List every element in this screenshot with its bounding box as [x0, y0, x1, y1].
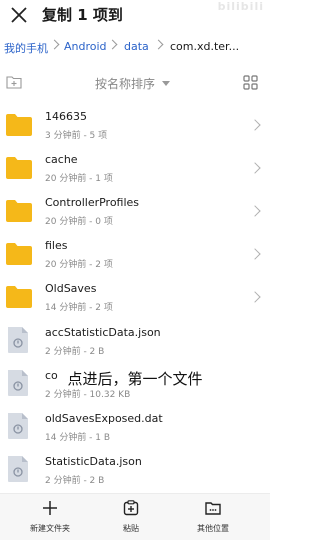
- list-item[interactable]: cache 20 分钟前 - 1 项: [0, 147, 270, 189]
- caret-down-icon[interactable]: [162, 81, 170, 86]
- chevron-right-icon: [107, 39, 118, 50]
- top-bar: 复制 1 项到 bilibili: [0, 0, 270, 30]
- breadcrumb-item-data[interactable]: data: [124, 40, 149, 53]
- chevron-right-icon: [249, 162, 261, 174]
- paste-button[interactable]: 粘贴: [91, 500, 171, 534]
- other-location-label: 其他位置: [197, 524, 229, 533]
- page-title: 复制 1 项到: [42, 6, 123, 24]
- close-icon[interactable]: [9, 5, 29, 25]
- item-name: OldSaves: [45, 282, 97, 295]
- item-meta: 2 分钟前 - 2 B: [45, 347, 105, 357]
- paste-label: 粘贴: [123, 524, 139, 533]
- list-item[interactable]: 146635 3 分钟前 - 5 项: [0, 104, 270, 146]
- breadcrumb-item-android[interactable]: Android: [64, 40, 107, 53]
- chevron-right-icon: [249, 205, 261, 217]
- chevron-right-icon: [249, 248, 261, 260]
- sort-label[interactable]: 按名称排序: [95, 75, 155, 92]
- subtitle-overlay: 点进后，第一个文件: [67, 370, 203, 388]
- item-meta: 20 分钟前 - 2 项: [45, 260, 113, 270]
- item-meta: 2 分钟前 - 2 B: [45, 476, 105, 486]
- folder-icon: [6, 243, 32, 265]
- chevron-right-icon: [249, 291, 261, 303]
- item-meta: 3 分钟前 - 5 项: [45, 131, 108, 141]
- breadcrumb: 我的手机 Android data com.xd.ter...: [0, 37, 270, 57]
- other-location-button[interactable]: 其他位置: [173, 500, 253, 534]
- item-name: ControllerProfiles: [45, 196, 140, 209]
- item-meta: 20 分钟前 - 0 项: [45, 217, 113, 227]
- item-name: files: [45, 239, 68, 252]
- list-item[interactable]: files 20 分钟前 - 2 项: [0, 233, 270, 275]
- item-name: cache: [45, 153, 78, 166]
- new-folder-label: 新建文件夹: [30, 524, 70, 533]
- list-item[interactable]: accStatisticData.json 2 分钟前 - 2 B: [0, 320, 270, 362]
- item-meta: 14 分钟前 - 2 项: [45, 303, 113, 313]
- folder-outline-icon: [205, 502, 221, 515]
- breadcrumb-item-current[interactable]: com.xd.ter...: [170, 40, 239, 53]
- item-meta: 20 分钟前 - 1 项: [45, 174, 113, 184]
- folder-icon: [6, 114, 32, 136]
- chevron-right-icon: [49, 39, 60, 50]
- chevron-right-icon: [153, 39, 164, 50]
- plus-icon: [43, 501, 57, 515]
- paste-icon: [123, 500, 139, 516]
- item-name: oldSavesExposed.dat: [45, 412, 163, 425]
- list-item[interactable]: ControllerProfiles 20 分钟前 - 0 项: [0, 190, 270, 232]
- file-icon: [8, 456, 28, 482]
- list-item[interactable]: StatisticData.json 2 分钟前 - 2 B: [0, 449, 270, 491]
- item-name: accStatisticData.json: [45, 326, 161, 339]
- toolbar: 按名称排序: [0, 70, 270, 96]
- file-icon: [8, 413, 28, 439]
- new-folder-icon[interactable]: [6, 75, 22, 89]
- item-meta: 14 分钟前 - 1 B: [45, 433, 111, 443]
- grid-view-icon[interactable]: [243, 75, 258, 90]
- file-icon: [8, 327, 28, 353]
- item-name: StatisticData.json: [45, 455, 142, 468]
- chevron-right-icon: [249, 119, 261, 131]
- folder-icon: [6, 200, 32, 222]
- bottom-bar: 新建文件夹 粘贴 其他位置: [0, 493, 270, 540]
- folder-icon: [6, 157, 32, 179]
- breadcrumb-item-phone[interactable]: 我的手机: [4, 40, 48, 56]
- folder-icon: [6, 286, 32, 308]
- watermark: bilibili: [217, 0, 264, 13]
- new-folder-button[interactable]: 新建文件夹: [10, 500, 90, 534]
- list-item[interactable]: OldSaves 14 分钟前 - 2 项: [0, 276, 270, 318]
- list-item[interactable]: oldSavesExposed.dat 14 分钟前 - 1 B: [0, 406, 270, 448]
- item-name: 146635: [45, 110, 87, 123]
